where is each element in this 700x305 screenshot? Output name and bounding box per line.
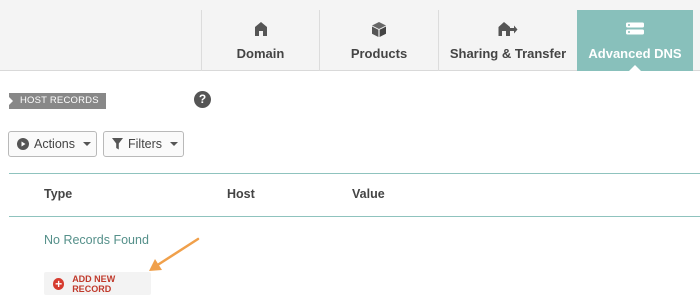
- annotation-arrow: [149, 237, 200, 271]
